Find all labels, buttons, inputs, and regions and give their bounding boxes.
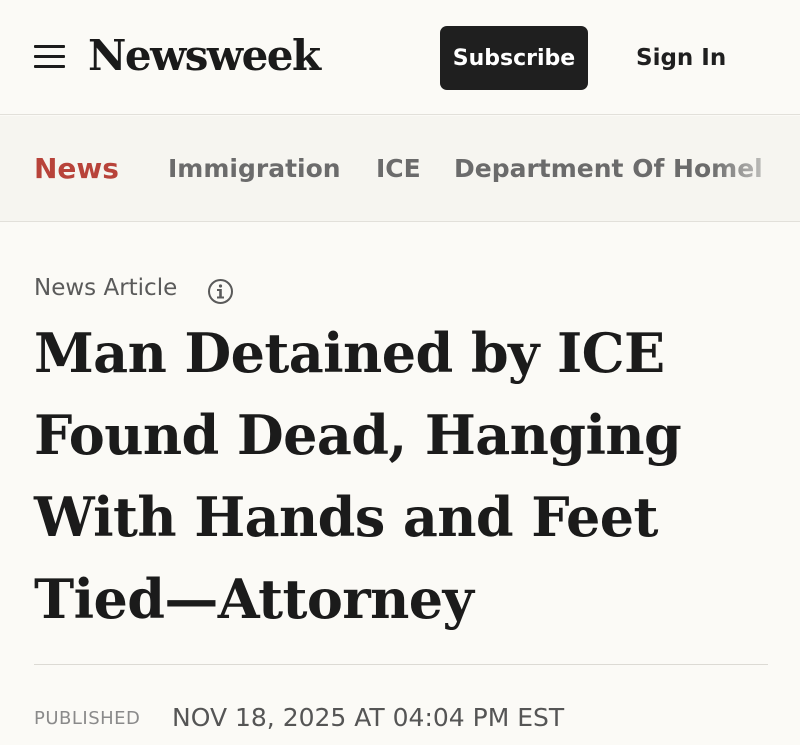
subscribe-button[interactable]: Subscribe bbox=[440, 26, 588, 90]
sign-in-button[interactable]: Sign In bbox=[636, 40, 726, 76]
headline-line: Tied—Attorney bbox=[34, 567, 474, 631]
published-date: NOV 18, 2025 AT 04:04 PM EST bbox=[172, 703, 565, 732]
headline-line: Man Detained by ICE bbox=[34, 321, 665, 385]
article-headline: Man Detained by ICE Found Dead, Hanging … bbox=[34, 312, 774, 640]
published-label: PUBLISHED bbox=[34, 708, 141, 729]
tag-ice[interactable]: ICE bbox=[376, 153, 421, 185]
tag-immigration[interactable]: Immigration bbox=[168, 153, 341, 185]
headline-line: With Hands and Feet bbox=[34, 485, 659, 549]
article-type-label: News Article bbox=[34, 275, 178, 301]
topic-tag-bar: News Immigration ICE Department Of Homel bbox=[0, 116, 800, 222]
divider bbox=[34, 664, 768, 665]
tag-news[interactable]: News bbox=[34, 153, 119, 185]
site-header: Newsweek Subscribe Sign In bbox=[0, 0, 800, 115]
site-logo[interactable]: Newsweek bbox=[88, 30, 321, 82]
info-icon[interactable] bbox=[207, 278, 234, 305]
headline-line: Found Dead, Hanging bbox=[34, 403, 682, 467]
tag-department-of-homeland[interactable]: Department Of Homel bbox=[454, 153, 763, 185]
hamburger-menu-icon[interactable] bbox=[34, 43, 66, 71]
